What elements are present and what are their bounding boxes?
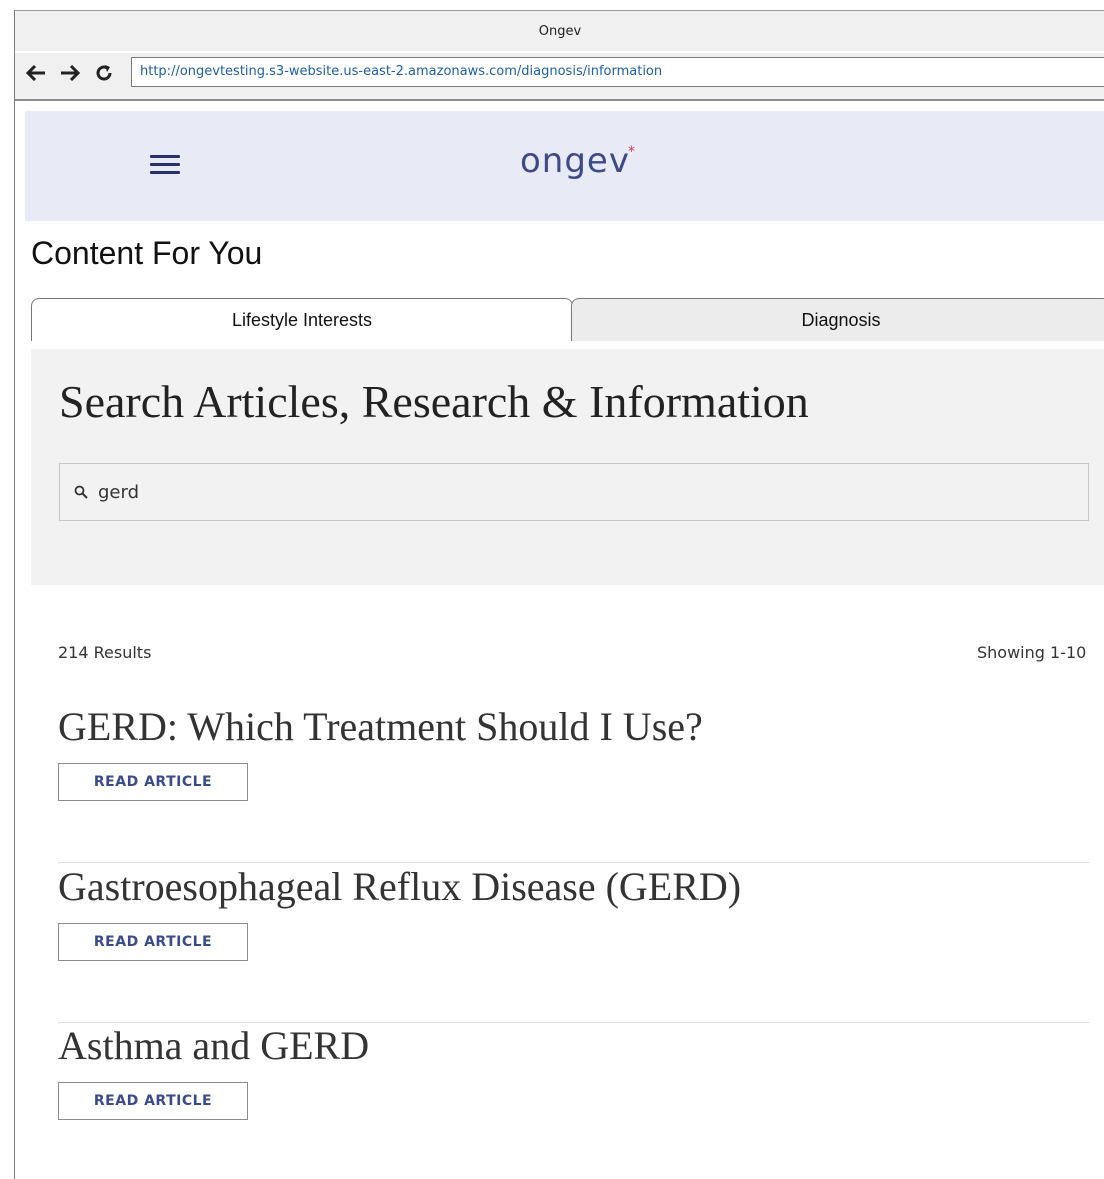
arrow-left-icon[interactable] — [25, 59, 47, 87]
results-count: 214 Results — [58, 643, 152, 662]
window-title: Ongev — [538, 23, 582, 39]
list-item: GERD: Which Treatment Should I Use? READ… — [58, 703, 1089, 863]
reload-icon[interactable] — [93, 59, 115, 87]
article-title[interactable]: GERD: Which Treatment Should I Use? — [58, 703, 703, 750]
read-article-button[interactable]: READ ARTICLE — [58, 763, 248, 801]
read-article-button[interactable]: READ ARTICLE — [58, 923, 248, 961]
browser-toolbar: http://ongevtesting.s3-website.us-east-2… — [15, 53, 1104, 101]
search-panel: Search Articles, Research & Information — [31, 349, 1104, 585]
ongev-logo[interactable]: ongev* — [520, 141, 638, 181]
list-item: Gastroesophageal Reflux Disease (GERD) R… — [58, 863, 1089, 1023]
tab-lifestyle-interests[interactable]: Lifestyle Interests — [31, 298, 573, 341]
address-bar[interactable]: http://ongevtesting.s3-website.us-east-2… — [131, 57, 1104, 87]
article-title[interactable]: Gastroesophageal Reflux Disease (GERD) — [58, 863, 741, 910]
tab-label: Lifestyle Interests — [231, 309, 373, 330]
hamburger-menu-icon[interactable] — [150, 155, 180, 179]
browser-window: Ongev http://ongevtesting.s3-website.us-… — [14, 10, 1104, 1179]
site-header: ongev* — [25, 111, 1104, 221]
list-item: Asthma and GERD READ ARTICLE — [58, 1022, 1089, 1179]
read-article-button[interactable]: READ ARTICLE — [58, 1082, 248, 1120]
tab-diagnosis[interactable]: Diagnosis — [571, 298, 1104, 341]
logo-star-icon: * — [627, 144, 636, 160]
results-range: Showing 1-10 — [977, 643, 1087, 662]
search-input[interactable] — [96, 480, 1000, 504]
page-title: Content For You — [31, 235, 263, 271]
article-title[interactable]: Asthma and GERD — [58, 1022, 369, 1069]
arrow-right-icon[interactable] — [59, 59, 81, 87]
tab-label: Diagnosis — [801, 309, 881, 330]
logo-text: ongev — [520, 141, 630, 181]
search-icon — [74, 485, 88, 499]
search-box[interactable] — [59, 463, 1089, 521]
search-heading: Search Articles, Research & Information — [59, 376, 809, 427]
window-titlebar: Ongev — [15, 11, 1104, 51]
